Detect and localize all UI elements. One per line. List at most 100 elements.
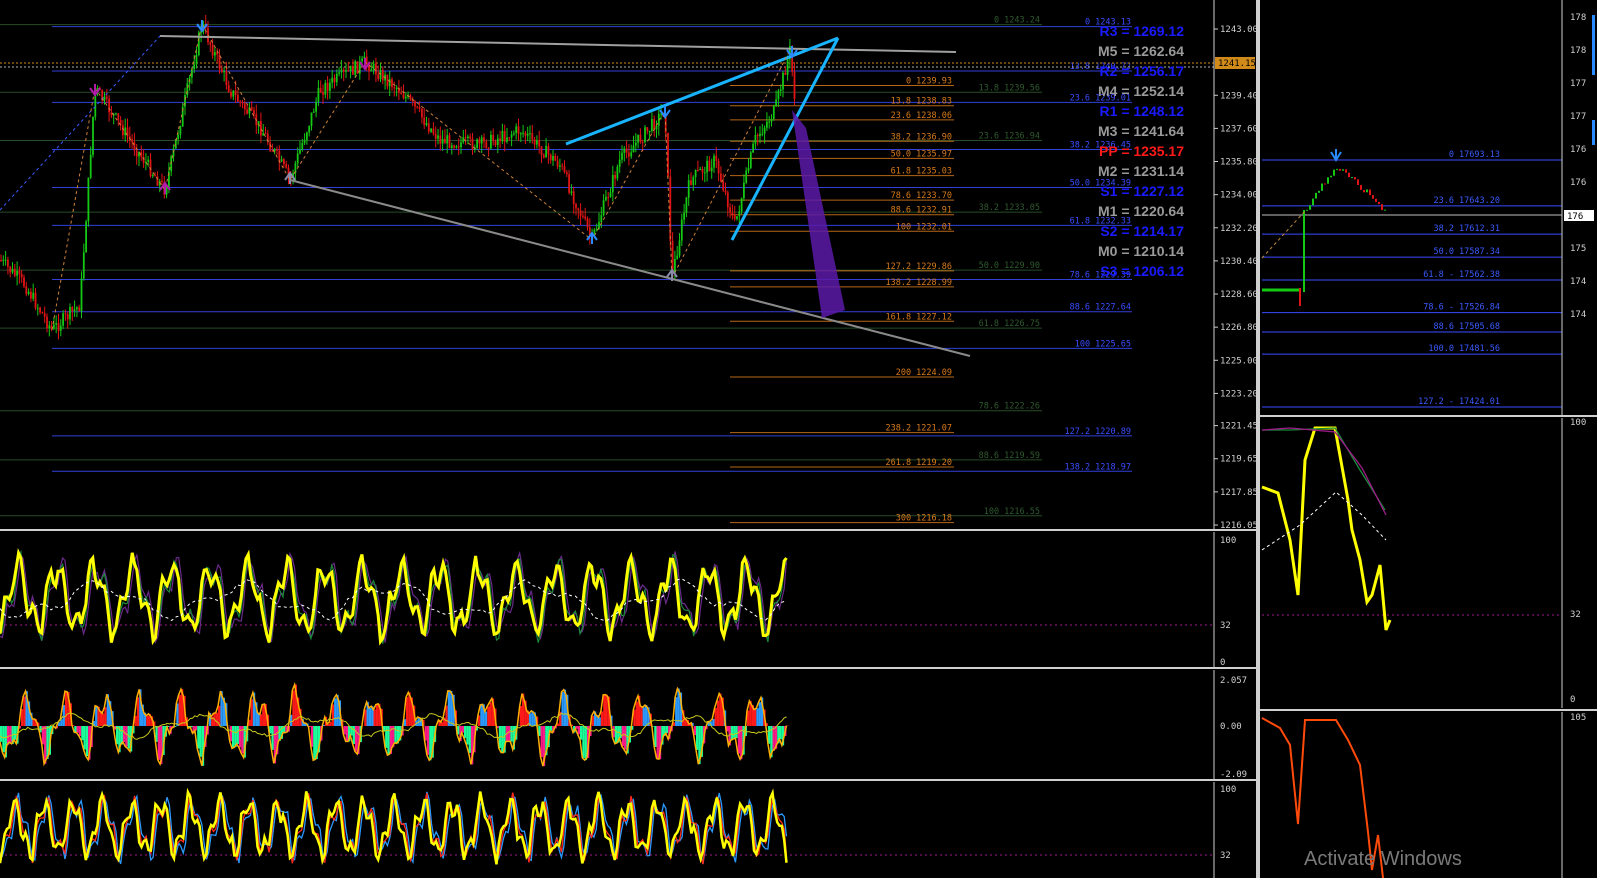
price-tick-label: 1235.80 <box>1220 158 1258 168</box>
candle-body <box>565 172 568 175</box>
histogram-bar <box>598 717 601 726</box>
channel-bottom-trendline[interactable] <box>289 179 971 357</box>
candle-body <box>441 138 444 144</box>
main-price-chart[interactable]: 0 1243.1313.8 1240.7223.6 1239.0138.2 12… <box>0 0 1258 531</box>
pivot-label: M2 = 1231.14 <box>1098 163 1184 179</box>
candle-body <box>494 141 497 146</box>
candle-body <box>177 134 179 140</box>
scroll-indicator[interactable] <box>1592 120 1595 145</box>
candle-body <box>124 127 127 136</box>
candle-body <box>568 174 570 193</box>
candle-body <box>729 207 731 213</box>
histogram-bar <box>582 726 585 758</box>
candle-body <box>706 160 708 173</box>
histogram-oscillator-panel[interactable]: 2.057 0.00 -2.09 <box>0 670 1247 780</box>
candle-body <box>1321 183 1323 191</box>
price-tick-label: 1221.45 <box>1220 422 1258 432</box>
candle-body <box>1360 185 1362 190</box>
price-tick-label: 1219.65 <box>1220 455 1258 465</box>
candle-body <box>476 139 478 149</box>
candle-body <box>310 112 313 126</box>
fib-level-label: 78.6 - 17526.84 <box>1423 303 1500 313</box>
candle-body <box>377 74 380 80</box>
candle-body <box>464 137 467 139</box>
candle-body <box>324 82 327 95</box>
price-tick-label: 175 <box>1570 244 1586 254</box>
fib-level-label: 23.6 17643.20 <box>1433 196 1500 206</box>
candle-body <box>754 135 757 144</box>
secondary-stochastic-panel[interactable]: 100 32 0 <box>1261 418 1586 708</box>
histogram-bar <box>754 709 757 726</box>
histogram-bar <box>23 696 26 726</box>
candle-body <box>508 137 511 139</box>
candle-body <box>690 180 692 185</box>
candle-body <box>1345 169 1347 173</box>
candle-body <box>444 138 446 144</box>
fib-level-label: 88.6 1219.59 <box>979 451 1040 461</box>
candle-body <box>0 260 2 261</box>
candle-body <box>713 155 715 168</box>
histogram-bar <box>331 704 335 726</box>
candle-body <box>135 150 138 157</box>
candle-body <box>770 118 773 122</box>
candle-body <box>32 292 35 299</box>
fib-level-label: 138.2 1228.99 <box>885 278 952 288</box>
candle-body <box>683 212 685 220</box>
pivot-label: R3 = 1269.12 <box>1100 23 1185 39</box>
histogram-bar <box>480 704 483 726</box>
candle-body <box>460 142 462 148</box>
histogram-bar <box>385 726 388 748</box>
candle-body <box>333 77 336 83</box>
candle-body <box>747 167 750 171</box>
candle-body <box>563 166 566 173</box>
candlestick-series <box>0 14 796 340</box>
histogram-bar <box>540 726 543 758</box>
candle-body <box>299 149 301 154</box>
candle-body <box>85 221 87 253</box>
fib-level-label: 38.2 1233.05 <box>979 203 1040 213</box>
histogram-bar <box>466 726 469 745</box>
candle-body <box>611 175 614 193</box>
candle-body <box>395 88 398 90</box>
candle-body <box>628 152 630 157</box>
candle-body <box>722 181 725 191</box>
histogram-bar <box>78 726 82 736</box>
candle-body <box>772 105 775 119</box>
candle-body <box>607 196 610 198</box>
fib-level-label: 261.8 1219.20 <box>885 458 952 468</box>
histogram-bar <box>250 699 253 726</box>
candle-body <box>253 110 255 115</box>
candle-body <box>653 119 656 130</box>
candle-body <box>393 87 396 89</box>
candle-body <box>73 309 76 312</box>
candle-body <box>352 65 354 75</box>
histogram-bar <box>83 726 86 750</box>
histogram-bar <box>238 726 242 748</box>
price-tick-label: 1230.40 <box>1220 257 1258 267</box>
scroll-indicator[interactable] <box>1592 15 1595 75</box>
candle-body <box>724 190 727 193</box>
candle-body <box>347 70 350 72</box>
rsi-oscillator-panel[interactable]: 100 32 <box>0 782 1236 878</box>
histogram-bar <box>642 707 645 726</box>
stochastic-oscillator-panel[interactable]: 100 32 0 <box>0 532 1236 668</box>
window-splitter[interactable] <box>1256 0 1260 878</box>
fib-level-label: 161.8 1227.12 <box>885 312 952 322</box>
candle-body <box>455 146 458 148</box>
oscillator-level-label: 100 <box>1570 418 1586 428</box>
price-tick-label: 176 <box>1570 145 1586 155</box>
oscillator-level-label: -2.09 <box>1220 770 1247 780</box>
fib-level-label: 100.0 17481.56 <box>1428 344 1500 354</box>
candle-body <box>1384 209 1386 211</box>
candle-body <box>524 132 527 136</box>
secondary-price-chart[interactable]: 0 17693.13 23.6 17643.20 38.2 17612.31 50.0… <box>1261 0 1595 416</box>
candle-body <box>329 82 331 91</box>
oscillator-level-label: 100 <box>1220 536 1236 546</box>
candle-body <box>404 96 407 99</box>
histogram-bar <box>157 726 161 760</box>
candle-body <box>250 107 253 111</box>
histogram-bar <box>0 726 3 742</box>
candle-body <box>349 65 352 71</box>
candle-body <box>766 121 768 128</box>
candle-body <box>467 136 469 139</box>
